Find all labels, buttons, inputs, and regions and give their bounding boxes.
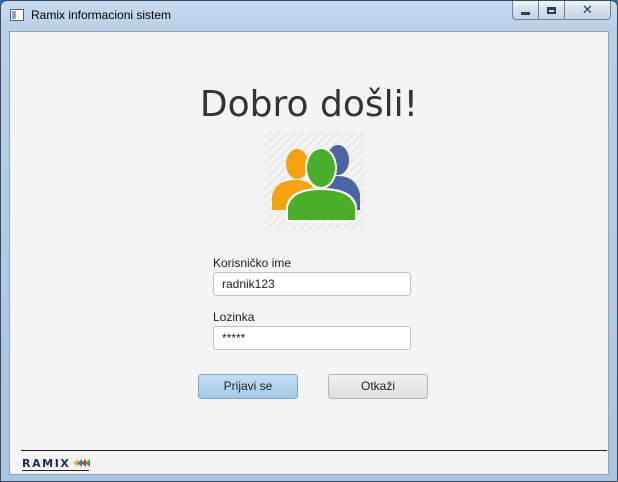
close-icon: ✕ [582, 2, 593, 18]
app-window: Ramix informacioni sistem ✕ Dobro došli! [0, 0, 618, 482]
cancel-button[interactable]: Otkaži [328, 374, 428, 399]
ramix-logo: RAMIX [22, 456, 90, 471]
password-input[interactable]: ***** [213, 326, 411, 350]
maximize-button[interactable] [539, 1, 565, 20]
welcome-heading: Dobro došli! [199, 84, 419, 125]
app-window-icon[interactable] [10, 9, 24, 21]
window-title: Ramix informacioni sistem [31, 8, 172, 22]
login-button[interactable]: Prijavi se [198, 374, 298, 399]
users-group-icon [265, 132, 365, 230]
minimize-button[interactable] [512, 1, 539, 20]
login-panel: Dobro došli! Korisničko ime radnik123 Lo… [9, 31, 609, 475]
brand-name: RAMIX [22, 456, 71, 470]
username-input[interactable]: radnik123 [213, 272, 411, 296]
brand-arrows-icon [72, 459, 90, 467]
footer-divider [21, 450, 607, 451]
password-label: Lozinka [213, 310, 255, 324]
brand-arrow-green [84, 459, 90, 467]
window-controls: ✕ [512, 1, 611, 21]
close-button[interactable]: ✕ [565, 1, 611, 20]
username-label: Korisničko ime [213, 256, 292, 270]
minimize-icon [521, 11, 530, 15]
maximize-icon [547, 6, 556, 14]
title-bar[interactable]: Ramix informacioni sistem ✕ [1, 1, 617, 31]
